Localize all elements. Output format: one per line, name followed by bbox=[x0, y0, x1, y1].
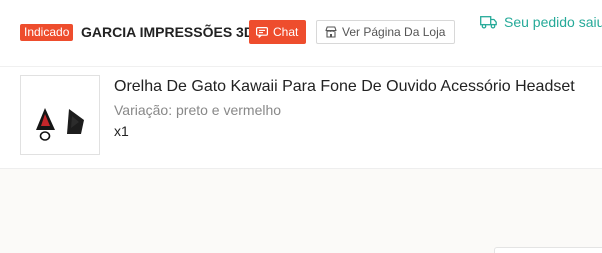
product-title[interactable]: Orelha De Gato Kawaii Para Fone De Ouvid… bbox=[114, 77, 575, 97]
chat-icon bbox=[256, 26, 268, 38]
product-variation: Variação: preto e vermelho bbox=[114, 102, 282, 118]
truck-icon bbox=[480, 15, 497, 29]
order-status-text: Seu pedido saiu bbox=[504, 14, 602, 30]
shop-name[interactable]: GARCIA IMPRESSÕES 3D bbox=[81, 23, 254, 42]
chat-button[interactable]: Chat bbox=[249, 20, 307, 44]
shop-header: Indicado GARCIA IMPRESSÕES 3D Chat Ver P… bbox=[0, 0, 602, 67]
preferred-badge: Indicado bbox=[20, 24, 74, 41]
order-card: Indicado GARCIA IMPRESSÕES 3D Chat Ver P… bbox=[0, 0, 602, 169]
view-store-label: Ver Página Da Loja bbox=[342, 25, 446, 39]
view-store-button[interactable]: Ver Página Da Loja bbox=[316, 20, 456, 44]
floating-panel-edge bbox=[494, 247, 602, 253]
store-icon bbox=[325, 26, 337, 38]
chat-button-label: Chat bbox=[273, 25, 299, 39]
cat-ear-right-image bbox=[67, 109, 84, 134]
cat-ear-left-image bbox=[36, 108, 55, 141]
product-quantity: x1 bbox=[114, 123, 129, 139]
order-status[interactable]: Seu pedido saiu bbox=[480, 14, 602, 30]
product-thumbnail[interactable] bbox=[20, 75, 100, 155]
